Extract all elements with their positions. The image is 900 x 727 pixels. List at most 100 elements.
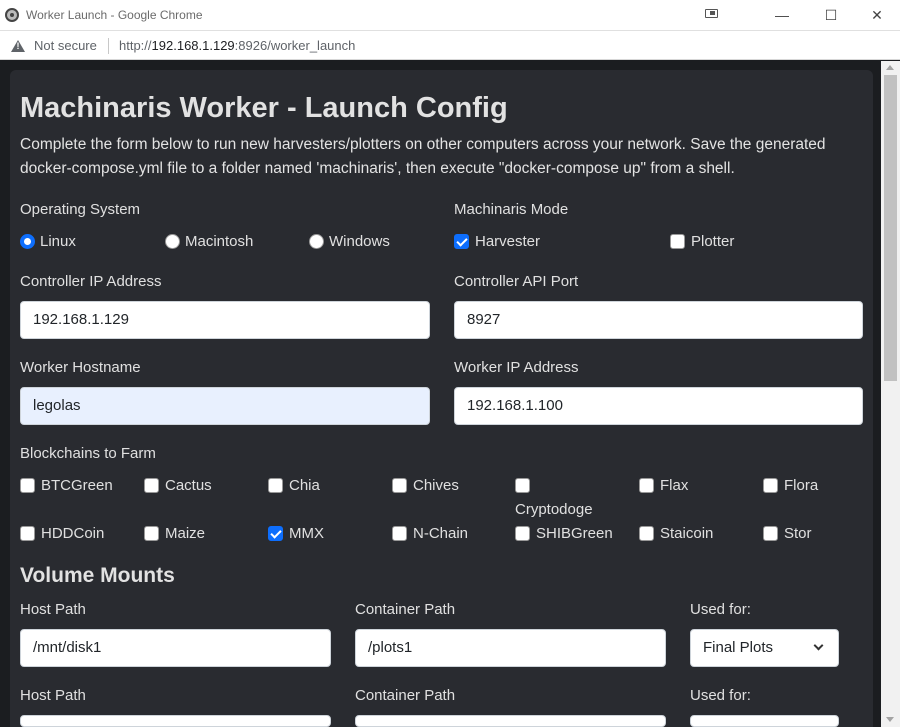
blockchain-staicoin[interactable]: Staicoin <box>639 523 713 543</box>
checkbox[interactable] <box>639 525 654 541</box>
page-title: Machinaris Worker - Launch Config <box>20 92 508 124</box>
blockchain-label: SHIBGreen <box>536 524 613 542</box>
url-rest: :8926/worker_launch <box>234 38 356 53</box>
used-for-value: Final Plots <box>703 639 774 656</box>
blockchains-label: Blockchains to Farm <box>20 445 156 462</box>
checkbox[interactable] <box>392 525 407 541</box>
url-host: 192.168.1.129 <box>151 38 235 53</box>
host-path-input[interactable]: /mnt/disk1 <box>20 629 331 667</box>
minimize-button[interactable]: — <box>767 4 797 26</box>
address-divider <box>108 38 109 54</box>
chevron-down-icon <box>813 640 824 651</box>
os-label: Operating System <box>20 201 141 218</box>
blockchain-label: Stor <box>784 524 812 542</box>
checkbox[interactable] <box>392 477 407 493</box>
warning-icon[interactable] <box>11 40 25 52</box>
mode-label: Machinaris Mode <box>454 201 569 218</box>
checkbox[interactable] <box>515 477 530 493</box>
os-option-label: Linux <box>40 232 76 250</box>
used-for-select[interactable]: Final Plots <box>690 629 839 667</box>
used-for-label: Used for: <box>690 687 751 704</box>
os-option-macintosh[interactable]: Macintosh <box>165 231 253 251</box>
blockchain-label: HDDCoin <box>41 524 105 542</box>
blockchain-label: Maize <box>165 524 206 542</box>
radio-macintosh[interactable] <box>165 233 180 249</box>
checkbox[interactable] <box>268 477 283 493</box>
os-option-label: Windows <box>329 232 390 250</box>
worker-ip-input[interactable]: 192.168.1.100 <box>454 387 863 425</box>
vertical-scrollbar[interactable] <box>881 61 900 727</box>
cast-icon[interactable] <box>705 9 718 18</box>
blockchain-cactus[interactable]: Cactus <box>144 475 212 495</box>
host-path-label: Host Path <box>20 601 86 618</box>
checkbox[interactable] <box>268 525 283 541</box>
url-prefix: http:// <box>119 38 152 53</box>
scroll-thumb[interactable] <box>884 75 897 381</box>
os-option-windows[interactable]: Windows <box>309 231 390 251</box>
window-title: Worker Launch - Google Chrome <box>26 8 203 22</box>
container-path-label: Container Path <box>355 601 456 618</box>
blockchain-btcgreen[interactable]: BTCGreen <box>20 475 113 495</box>
worker-hostname-label: Worker Hostname <box>20 359 141 376</box>
blockchain-cryptodoge-checkbox-wrap[interactable] <box>515 475 536 495</box>
checkbox-plotter[interactable] <box>670 233 685 249</box>
checkbox[interactable] <box>639 477 654 493</box>
mode-option-harvester[interactable]: Harvester <box>454 231 540 251</box>
container-path-input[interactable] <box>355 715 666 727</box>
checkbox[interactable] <box>763 525 778 541</box>
address-bar[interactable]: Not secure http://192.168.1.129:8926/wor… <box>0 31 900 60</box>
checkbox[interactable] <box>144 525 159 541</box>
blockchain-label: Cactus <box>165 476 212 494</box>
checkbox[interactable] <box>20 477 35 493</box>
checkbox[interactable] <box>20 525 35 541</box>
blockchain-label: Flora <box>784 476 819 494</box>
used-for-label: Used for: <box>690 601 751 618</box>
blockchain-shibgreen[interactable]: SHIBGreen <box>515 523 613 543</box>
checkbox[interactable] <box>144 477 159 493</box>
url-text[interactable]: http://192.168.1.129:8926/worker_launch <box>119 38 355 53</box>
blockchain-hddcoin[interactable]: HDDCoin <box>20 523 104 543</box>
blockchain-chives[interactable]: Chives <box>392 475 459 495</box>
container-path-label: Container Path <box>355 687 456 704</box>
checkbox[interactable] <box>515 525 530 541</box>
close-button[interactable]: ✕ <box>862 4 892 26</box>
window-titlebar: Worker Launch - Google Chrome — ☐ ✕ <box>0 0 900 31</box>
blockchain-chia[interactable]: Chia <box>268 475 320 495</box>
container-path-input[interactable]: /plots1 <box>355 629 666 667</box>
controller-port-label: Controller API Port <box>454 273 579 290</box>
radio-windows[interactable] <box>309 233 324 249</box>
os-option-linux[interactable]: Linux <box>20 231 76 251</box>
blockchain-flora[interactable]: Flora <box>763 475 818 495</box>
maximize-button[interactable]: ☐ <box>816 4 846 26</box>
scroll-down-arrow-icon[interactable] <box>886 717 894 722</box>
checkbox-harvester[interactable] <box>454 233 469 249</box>
scroll-up-arrow-icon[interactable] <box>886 65 894 70</box>
blockchain-label: Staicoin <box>660 524 714 542</box>
mode-option-plotter[interactable]: Plotter <box>670 231 734 251</box>
radio-linux[interactable] <box>20 233 35 249</box>
worker-hostname-input[interactable]: legolas <box>20 387 430 425</box>
controller-ip-input[interactable]: 192.168.1.129 <box>20 301 430 339</box>
blockchain-n-chain[interactable]: N-Chain <box>392 523 468 543</box>
blockchain-flax[interactable]: Flax <box>639 475 688 495</box>
controller-port-input[interactable]: 8927 <box>454 301 863 339</box>
blockchain-label: N-Chain <box>413 524 469 542</box>
chrome-app-icon <box>5 8 19 22</box>
blockchain-mmx[interactable]: MMX <box>268 523 324 543</box>
blockchain-label: BTCGreen <box>41 476 113 494</box>
blockchain-maize[interactable]: Maize <box>144 523 205 543</box>
blockchain-label: Flax <box>660 476 689 494</box>
used-for-select[interactable] <box>690 715 839 727</box>
host-path-label: Host Path <box>20 687 86 704</box>
security-label[interactable]: Not secure <box>34 38 97 53</box>
worker-ip-label: Worker IP Address <box>454 359 579 376</box>
mode-option-label: Harvester <box>475 232 541 250</box>
volume-mounts-heading: Volume Mounts <box>20 564 175 587</box>
checkbox[interactable] <box>763 477 778 493</box>
host-path-input[interactable] <box>20 715 331 727</box>
blockchain-label: Chia <box>289 476 320 494</box>
blockchain-label: MMX <box>289 524 324 542</box>
blockchain-cryptodoge-label: Cryptodoge <box>515 501 593 518</box>
blockchain-stor[interactable]: Stor <box>763 523 812 543</box>
mode-option-label: Plotter <box>691 232 735 250</box>
